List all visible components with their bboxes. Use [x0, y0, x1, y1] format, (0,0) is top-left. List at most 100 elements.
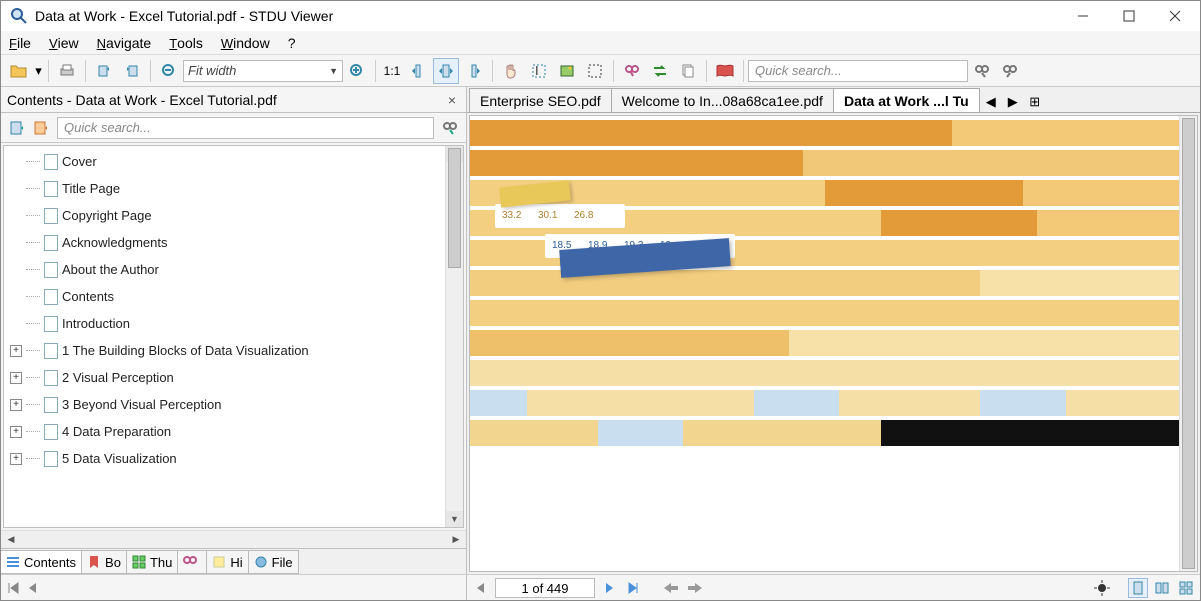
sidebar-close-icon[interactable]: ×: [444, 92, 460, 108]
sidebar-tab[interactable]: Bo: [81, 550, 127, 574]
tree-item[interactable]: Contents: [4, 283, 445, 310]
grid-view-icon[interactable]: [1176, 578, 1196, 598]
fit-width-right-icon[interactable]: [461, 58, 487, 84]
close-button[interactable]: [1152, 1, 1198, 31]
zoom-out-icon[interactable]: [156, 58, 182, 84]
document-area: Enterprise SEO.pdfWelcome to In...08a68c…: [467, 87, 1200, 600]
tree-item[interactable]: Copyright Page: [4, 202, 445, 229]
expand-all-icon[interactable]: [5, 116, 29, 140]
document-tab[interactable]: Welcome to In...08a68ca1ee.pdf: [611, 88, 834, 112]
find-icon[interactable]: [619, 58, 645, 84]
chart-bar: [881, 210, 1037, 236]
marquee-icon[interactable]: [582, 58, 608, 84]
main-toolbar: ▾ Fit width▼ 1:1 I Quick search...: [1, 55, 1200, 87]
sidebar: Contents - Data at Work - Excel Tutorial…: [1, 87, 467, 600]
expand-icon[interactable]: +: [10, 372, 22, 384]
document-tab[interactable]: Data at Work ...l Tu: [833, 88, 980, 112]
menu-file[interactable]: File: [9, 35, 31, 51]
history-fwd-icon[interactable]: [685, 578, 705, 598]
contents-tree[interactable]: Cover Title Page Copyright PageAcknowledgm…: [4, 146, 445, 527]
page-indicator[interactable]: 1 of 449: [495, 578, 595, 598]
sidebar-tab[interactable]: [177, 550, 207, 574]
tree-item[interactable]: Cover: [4, 148, 445, 175]
sidebar-tab[interactable]: Thu: [126, 550, 178, 574]
tab-scroll-left-icon[interactable]: ◀: [981, 92, 1001, 112]
minimize-button[interactable]: [1060, 1, 1106, 31]
tree-item-label: Title Page: [62, 181, 120, 196]
print-icon[interactable]: [54, 58, 80, 84]
chart-bar: [980, 390, 1065, 416]
snapshot-icon[interactable]: [554, 58, 580, 84]
search-next-icon[interactable]: [969, 58, 995, 84]
document-tab[interactable]: Enterprise SEO.pdf: [469, 88, 612, 112]
hand-tool-icon[interactable]: [498, 58, 524, 84]
chart-bar: [470, 270, 980, 296]
sidebar-scrollbar[interactable]: ▲ ▼: [445, 146, 463, 527]
maximize-button[interactable]: [1106, 1, 1152, 31]
first-page-icon[interactable]: [3, 578, 23, 598]
zoom-ratio-label[interactable]: 1:1: [381, 58, 403, 84]
menu-navigate[interactable]: Navigate: [97, 35, 152, 51]
sidebar-search-input[interactable]: Quick search...: [57, 117, 434, 139]
page-icon: [44, 235, 58, 251]
tree-item[interactable]: Title Page: [4, 175, 445, 202]
two-page-view-icon[interactable]: [1152, 578, 1172, 598]
prev-page-icon[interactable]: [23, 578, 43, 598]
tree-item[interactable]: +2 Visual Perception: [4, 364, 445, 391]
sidebar-hscroll[interactable]: ◀▶: [1, 530, 466, 548]
tree-item[interactable]: Acknowledgments: [4, 229, 445, 256]
menu-view[interactable]: View: [49, 35, 79, 51]
menu-tools[interactable]: Tools: [169, 35, 203, 51]
sidebar-search-go-icon[interactable]: [438, 116, 462, 140]
pager-next-icon[interactable]: [599, 578, 619, 598]
rotate-right-icon[interactable]: [119, 58, 145, 84]
toggle-icon[interactable]: [647, 58, 673, 84]
tree-item[interactable]: +3 Beyond Visual Perception: [4, 391, 445, 418]
tab-grid-icon[interactable]: ⊞: [1025, 92, 1045, 112]
select-tool-icon[interactable]: I: [526, 58, 552, 84]
expand-icon[interactable]: +: [10, 453, 22, 465]
sidebar-tab[interactable]: Contents: [1, 550, 82, 574]
tab-scroll-right-icon[interactable]: ▶: [1003, 92, 1023, 112]
tree-item-label: 4 Data Preparation: [62, 424, 171, 439]
tree-item[interactable]: +5 Data Visualization: [4, 445, 445, 472]
chart-bar: [1023, 180, 1179, 206]
pager-last-icon[interactable]: [623, 578, 643, 598]
fit-width-left-icon[interactable]: [405, 58, 431, 84]
expand-icon[interactable]: +: [10, 345, 22, 357]
chart-bar: [470, 300, 1179, 326]
history-back-icon[interactable]: [661, 578, 681, 598]
quick-search-input[interactable]: Quick search...: [748, 60, 968, 82]
zoom-in-icon[interactable]: [344, 58, 370, 84]
chart-bar: [683, 420, 882, 446]
open-dropdown[interactable]: ▾: [34, 58, 43, 84]
page-icon: [44, 181, 58, 197]
chart-bar: [952, 120, 1179, 146]
brightness-icon[interactable]: [1092, 578, 1112, 598]
search-prev-icon[interactable]: [997, 58, 1023, 84]
search-icon: [183, 555, 197, 569]
open-icon[interactable]: [6, 58, 32, 84]
rotate-left-icon[interactable]: [91, 58, 117, 84]
viewer-scrollbar[interactable]: [1179, 116, 1197, 571]
book-icon[interactable]: [712, 58, 738, 84]
chart-bar: [803, 150, 1179, 176]
single-page-view-icon[interactable]: [1128, 578, 1148, 598]
page-icon: [44, 316, 58, 332]
sidebar-tab[interactable]: Hi: [206, 550, 248, 574]
copy-icon[interactable]: [675, 58, 701, 84]
fit-page-icon[interactable]: [433, 58, 459, 84]
tree-item[interactable]: +1 The Building Blocks of Data Visualiza…: [4, 337, 445, 364]
menu-help[interactable]: ?: [288, 35, 296, 51]
tree-item[interactable]: About the Author: [4, 256, 445, 283]
page-viewport[interactable]: 33.230.126.818.518.919.31919.5: [470, 116, 1179, 571]
zoom-select[interactable]: Fit width▼: [183, 60, 343, 82]
tree-item[interactable]: Introduction: [4, 310, 445, 337]
menu-window[interactable]: Window: [221, 35, 270, 51]
expand-icon[interactable]: +: [10, 426, 22, 438]
collapse-all-icon[interactable]: [29, 116, 53, 140]
tree-item[interactable]: +4 Data Preparation: [4, 418, 445, 445]
expand-icon[interactable]: +: [10, 399, 22, 411]
sidebar-tab[interactable]: File: [248, 550, 299, 574]
pager-prev-icon[interactable]: [471, 578, 491, 598]
